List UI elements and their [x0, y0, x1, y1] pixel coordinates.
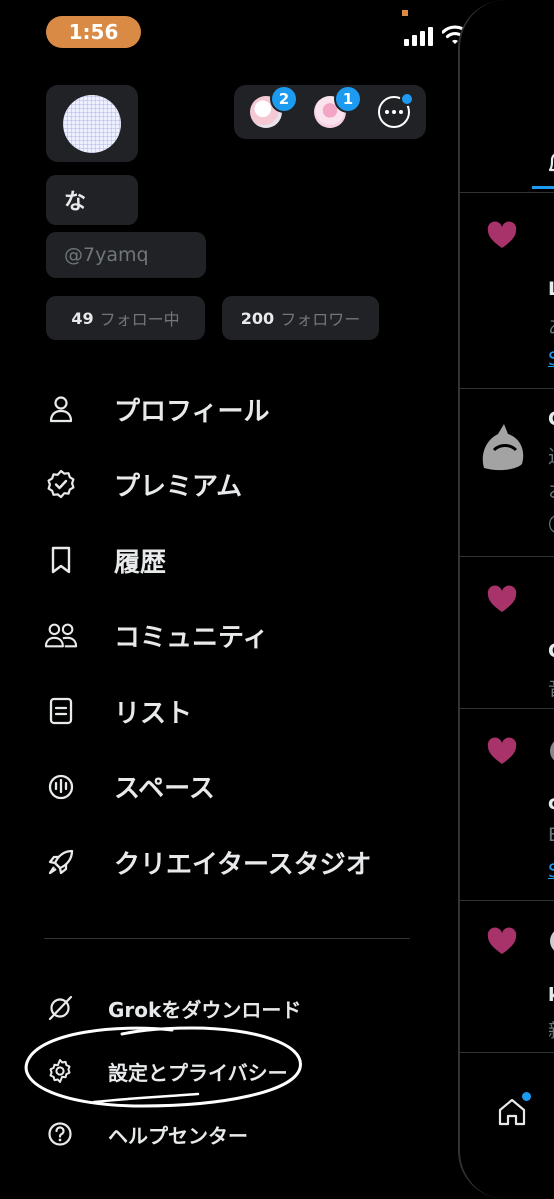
- post-author-fragment: L: [548, 278, 554, 300]
- footer-item-label: ヘルプセンター: [108, 1123, 248, 1148]
- post-author-fragment: C: [548, 408, 554, 430]
- home-icon[interactable]: [496, 1096, 528, 1128]
- following-count-button[interactable]: 49 フォロー中: [46, 296, 205, 340]
- recording-indicator: [402, 10, 408, 16]
- menu-item-label: スペース: [114, 773, 215, 804]
- more-icon: [378, 94, 412, 128]
- person-icon: [44, 392, 78, 426]
- menu-divider: [44, 938, 410, 939]
- active-tab-indicator: [532, 186, 554, 189]
- post-author-fragment: C: [548, 640, 554, 662]
- footer-item-label: Grokをダウンロード: [108, 997, 302, 1022]
- more-accounts-button[interactable]: [362, 85, 426, 139]
- following-count: 49: [71, 308, 94, 328]
- rocket-icon: [44, 845, 78, 879]
- post-text-fragment: E: [548, 824, 554, 846]
- menu-item-spaces[interactable]: スペース: [44, 763, 215, 809]
- post-text-fragment: 音: [548, 674, 554, 701]
- account-avatar: 2: [250, 87, 296, 128]
- followers-count-button[interactable]: 200 フォロワー: [222, 296, 379, 340]
- avatar: [550, 928, 554, 954]
- heart-icon: [487, 737, 517, 764]
- help-center-link[interactable]: ヘルプセンター: [44, 1116, 248, 1152]
- avatar: [550, 738, 554, 764]
- following-label: フォロー中: [99, 310, 180, 329]
- spaces-icon: [44, 769, 78, 803]
- menu-item-creator-studio[interactable]: クリエイタースタジオ: [44, 839, 372, 885]
- bell-icon[interactable]: [544, 148, 554, 178]
- unread-dot: [522, 1092, 531, 1101]
- bookmark-icon: [44, 543, 78, 577]
- settings-and-privacy-link[interactable]: 設定とプライバシー: [44, 1053, 288, 1089]
- post-text-fragment: お: [548, 476, 554, 503]
- menu-item-lists[interactable]: リスト: [44, 688, 192, 734]
- profile-handle[interactable]: @7yamq: [46, 232, 206, 278]
- download-grok-link[interactable]: Grokをダウンロード: [44, 990, 301, 1026]
- timeline-divider: [460, 1052, 554, 1053]
- menu-item-profile[interactable]: プロフィール: [44, 386, 269, 432]
- post-text-fragment: ◯: [548, 512, 554, 534]
- followers-count: 200: [240, 308, 275, 328]
- timeline-divider: [460, 192, 554, 193]
- heart-icon: [487, 585, 517, 612]
- post-link-fragment[interactable]: S: [548, 348, 554, 370]
- notification-badge: 2: [272, 87, 296, 111]
- account-avatar-icon: [482, 424, 524, 471]
- post-text-fragment: 近: [548, 442, 554, 469]
- menu-item-label: 履歴: [114, 547, 167, 578]
- menu-item-label: コミュニティ: [114, 622, 269, 653]
- footer-item-label: 設定とプライバシー: [108, 1060, 288, 1085]
- menu-item-label: プロフィール: [114, 396, 270, 427]
- timeline-divider: [460, 556, 554, 557]
- status-time: 1:56: [46, 16, 141, 48]
- menu-item-history[interactable]: 履歴: [44, 537, 166, 583]
- post-text-fragment: 新: [548, 1016, 554, 1043]
- timeline-panel[interactable]: L あ S C 近 お ◯ C 音 c E S k 新: [458, 0, 554, 1199]
- switch-account-button-2[interactable]: 1: [298, 85, 362, 139]
- timeline-divider: [460, 388, 554, 389]
- post-text-fragment: あ: [548, 312, 554, 339]
- profile-name[interactable]: な: [46, 175, 138, 225]
- menu-item-communities[interactable]: コミュニティ: [44, 612, 268, 658]
- menu-item-premium[interactable]: プレミアム: [44, 461, 242, 507]
- verified-badge-icon: [44, 467, 78, 501]
- communities-icon: [44, 618, 78, 652]
- timeline-divider: [460, 708, 554, 709]
- profile-avatar-button[interactable]: [46, 85, 138, 162]
- heart-icon: [487, 927, 517, 954]
- gear-icon: [44, 1055, 76, 1087]
- avatar: [63, 94, 121, 153]
- timeline-divider: [460, 900, 554, 901]
- list-icon: [44, 694, 78, 728]
- post-author-fragment: k: [548, 984, 554, 1006]
- post-author-fragment: c: [548, 792, 554, 814]
- notification-badge: 1: [336, 87, 360, 111]
- help-icon: [44, 1118, 76, 1150]
- account-avatar: 1: [314, 87, 360, 128]
- cellular-signal-icon: [404, 26, 433, 46]
- menu-item-label: リスト: [114, 698, 193, 729]
- grok-icon: [44, 992, 76, 1024]
- menu-item-label: プレミアム: [114, 471, 243, 502]
- switch-account-button-1[interactable]: 2: [234, 85, 298, 139]
- heart-icon: [487, 221, 517, 248]
- unread-dot: [402, 94, 412, 104]
- followers-label: フォロワー: [280, 310, 361, 329]
- post-link-fragment[interactable]: S: [548, 860, 554, 882]
- menu-item-label: クリエイタースタジオ: [114, 849, 372, 880]
